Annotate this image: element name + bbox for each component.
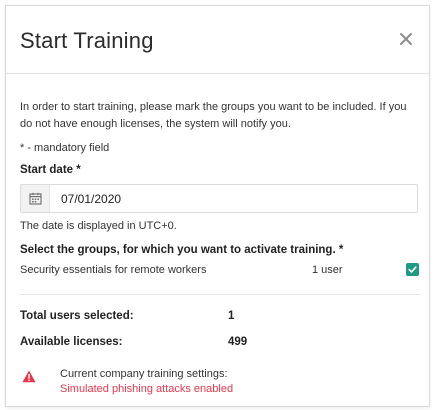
licenses-row: Available licenses: 499 <box>20 336 420 354</box>
total-users-row: Total users selected: 1 <box>20 310 420 328</box>
warning-title: Current company training settings: <box>60 368 228 380</box>
training-settings-warning: Current company training settings: Simul… <box>20 368 420 404</box>
licenses-label: Available licenses: <box>20 336 123 348</box>
start-date-value[interactable]: 07/01/2020 <box>50 192 121 206</box>
licenses-value: 499 <box>228 336 248 348</box>
stats-section: Total users selected: 1 Available licens… <box>20 310 420 354</box>
group-user-count: 1 user <box>312 264 343 276</box>
divider <box>20 294 420 295</box>
close-button[interactable] <box>395 28 417 50</box>
close-icon <box>400 33 412 45</box>
group-checkbox[interactable] <box>406 263 419 276</box>
total-users-value: 1 <box>228 310 235 322</box>
dialog-header: Start Training <box>6 6 429 74</box>
group-row: Security essentials for remote workers 1… <box>20 261 420 281</box>
start-date-label: Start date * <box>20 164 81 176</box>
start-date-field[interactable]: 07/01/2020 <box>20 184 418 213</box>
checkmark-icon <box>408 266 417 273</box>
dialog-body: In order to start training, please mark … <box>20 99 420 404</box>
intro-text: In order to start training, please mark … <box>20 101 407 130</box>
total-users-label: Total users selected: <box>20 310 134 322</box>
groups-label: Select the groups, for which you want to… <box>20 244 344 256</box>
warning-detail: Simulated phishing attacks enabled <box>60 383 234 395</box>
utc-note: The date is displayed in UTC+0. <box>20 220 177 232</box>
group-name: Security essentials for remote workers <box>20 264 207 276</box>
start-training-dialog: Start Training In order to start trainin… <box>5 5 430 407</box>
calendar-button[interactable] <box>21 185 50 212</box>
dialog-title: Start Training <box>20 28 154 53</box>
calendar-icon <box>28 192 42 205</box>
mandatory-note: * - mandatory field <box>20 142 110 154</box>
warning-triangle-icon <box>22 370 36 383</box>
